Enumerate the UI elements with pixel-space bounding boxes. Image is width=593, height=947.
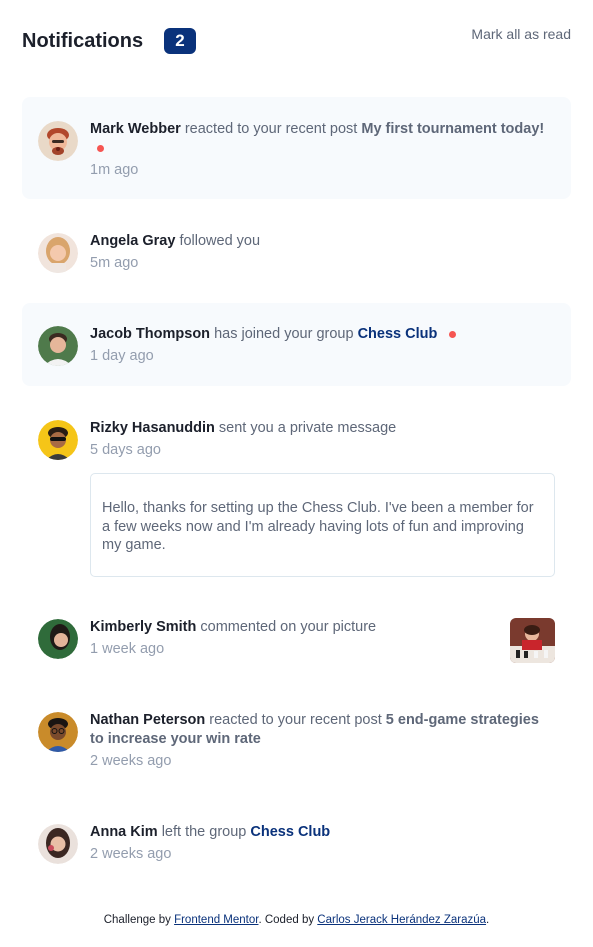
author-link[interactable]: Carlos Jerack Heránd­ez Zarazúa <box>317 914 486 926</box>
notification-item[interactable]: Angela Gray followed you 5m ago <box>22 217 571 285</box>
notification-item[interactable]: Jacob Thompson has joined your group Che… <box>22 303 571 386</box>
avatar-nathan-peterson[interactable] <box>38 712 78 752</box>
notification-body: Angela Gray followed you 5m ago <box>90 232 551 273</box>
notification-action: has joined your group <box>214 326 354 342</box>
notification-time: 5 days ago <box>90 442 161 458</box>
avatar-kimberly-smith[interactable] <box>38 619 78 659</box>
notification-time: 1 day ago <box>90 348 154 364</box>
footer-middle: . Coded by <box>258 914 315 926</box>
unread-dot <box>449 330 457 338</box>
notification-item[interactable]: Nathan Peterson reacted to your recent p… <box>22 691 571 783</box>
notification-action: followed you <box>179 233 261 249</box>
avatar-mark-webber[interactable] <box>38 121 78 161</box>
notification-time: 2 weeks ago <box>90 846 172 862</box>
user-name[interactable]: Nathan Peterson <box>90 712 205 728</box>
notification-time: 5m ago <box>90 255 139 271</box>
avatar-anna-kim[interactable] <box>38 824 78 864</box>
notification-action: reacted to your recent post <box>209 712 382 728</box>
notification-body: Kimberly Smith commented on your picture… <box>90 618 551 659</box>
notification-item[interactable]: Anna Kim left the group Chess Club 2 wee… <box>22 803 571 883</box>
footer-prefix: Challenge by <box>103 914 171 926</box>
page-title: Notifications <box>22 30 144 52</box>
notification-time: 1m ago <box>90 162 139 178</box>
notification-body: Anna Kim left the group Chess Club 2 wee… <box>90 823 551 864</box>
user-name[interactable]: Kimberly Smith <box>90 619 196 635</box>
avatar-rizky-hasanuddin[interactable] <box>38 420 78 460</box>
footer-suffix: . <box>486 914 490 926</box>
attribution-footer: Challenge by Frontend Mentor. Coded by C… <box>0 914 593 926</box>
user-name[interactable]: Rizky Hasanuddin <box>90 420 215 436</box>
group-link[interactable]: Chess Club <box>250 824 330 840</box>
avatar-angela-gray[interactable] <box>38 233 78 273</box>
user-name[interactable]: Mark Webber <box>90 121 181 137</box>
notifications-header: Notifications 2 Mark all as read <box>22 26 571 58</box>
notification-body: Mark Webber reacted to your recent post … <box>90 120 551 180</box>
frontend-mentor-link[interactable]: Frontend Mentor <box>174 914 258 926</box>
notification-body: Jacob Thompson has joined your group Che… <box>90 325 551 366</box>
unread-dot <box>97 144 104 152</box>
group-link[interactable]: Chess Club <box>358 326 438 342</box>
notification-time: 1 week ago <box>90 641 165 657</box>
notification-action: commented on your picture <box>200 619 377 635</box>
commented-picture-thumbnail[interactable] <box>510 618 555 663</box>
notification-item[interactable]: Kimberly Smith commented on your picture… <box>22 603 571 673</box>
notification-body: Rizky Hasanuddin sent you a private mess… <box>90 419 551 460</box>
notification-action: left the group <box>161 824 247 840</box>
notification-action: sent you a private message <box>218 420 397 436</box>
notification-time: 2 weeks ago <box>90 753 172 769</box>
mark-all-read-button[interactable]: Mark all as read <box>471 26 571 42</box>
unread-count-badge: 2 <box>164 28 196 54</box>
notification-action: reacted to your recent post <box>184 121 358 137</box>
notification-body: Nathan Peterson reacted to your recent p… <box>90 711 551 771</box>
user-name[interactable]: Angela Gray <box>90 233 175 249</box>
user-name[interactable]: Jacob Thompson <box>90 326 210 342</box>
notification-item[interactable]: Mark Webber reacted to your recent post … <box>22 97 571 199</box>
private-message-preview[interactable]: Hello, thanks for setting up the Chess C… <box>90 473 555 577</box>
avatar-jacob-thompson[interactable] <box>38 326 78 366</box>
user-name[interactable]: Anna Kim <box>90 824 158 840</box>
post-link[interactable]: My first tournament today! <box>361 121 544 137</box>
